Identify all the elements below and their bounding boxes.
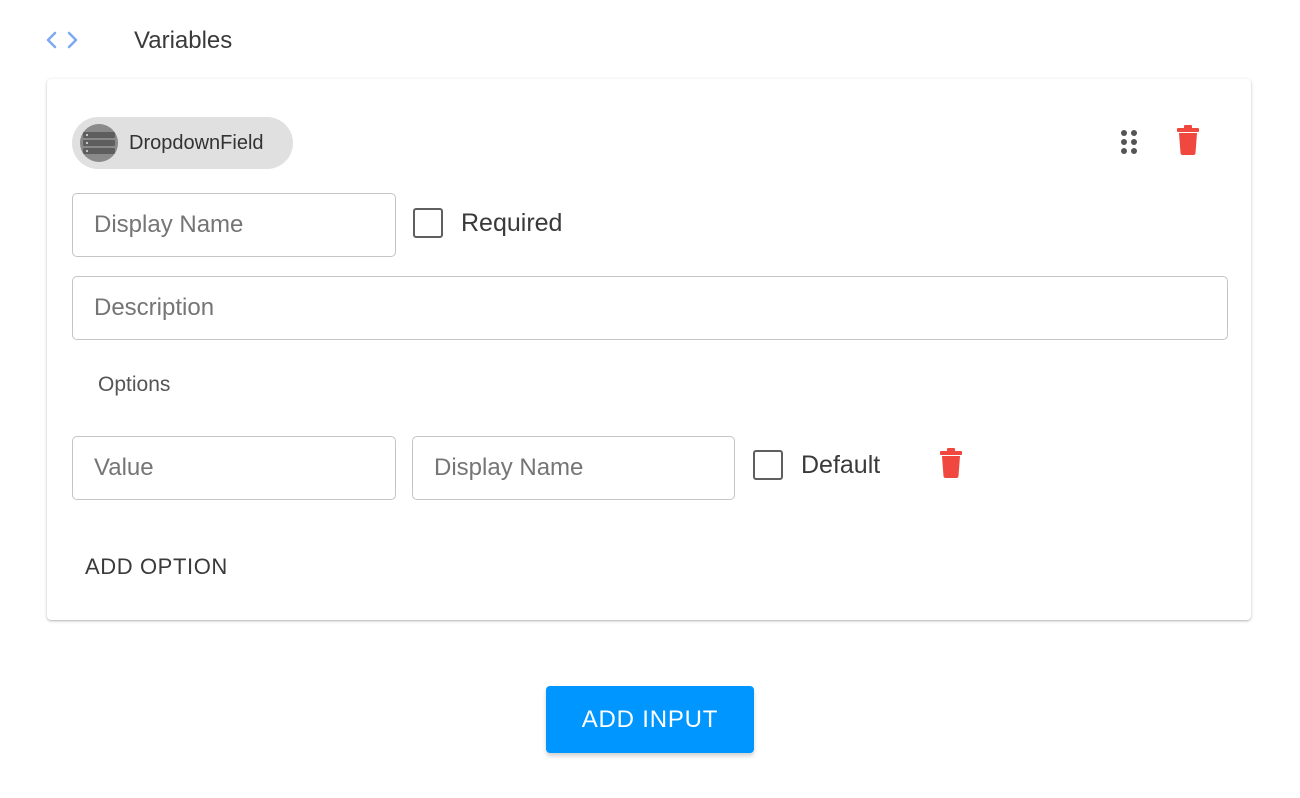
variables-header: Variables [44, 22, 232, 58]
add-option-button[interactable]: ADD OPTION [73, 545, 240, 589]
add-input-button[interactable]: ADD INPUT [546, 686, 754, 753]
required-checkbox[interactable]: Required [413, 208, 562, 238]
description-input[interactable] [72, 276, 1228, 340]
default-checkbox-box[interactable] [753, 450, 783, 480]
option-display-name-input[interactable] [412, 436, 735, 500]
code-brackets-icon [44, 22, 80, 58]
field-type-chip: DropdownField [72, 117, 293, 169]
dropdown-field-card: DropdownField R [47, 79, 1251, 620]
trash-icon [1176, 124, 1200, 160]
delete-option-button[interactable] [934, 446, 968, 484]
options-heading: Options [98, 373, 171, 396]
page-title: Variables [134, 27, 233, 54]
display-name-input[interactable] [72, 193, 396, 257]
delete-field-button[interactable] [1171, 123, 1205, 161]
trash-icon [939, 447, 963, 483]
required-checkbox-box[interactable] [413, 208, 443, 238]
default-label: Default [801, 450, 881, 479]
required-label: Required [461, 208, 563, 237]
dropdown-list-icon [80, 124, 118, 162]
drag-dots-icon[interactable] [1114, 123, 1144, 161]
variables-panel: Variables DropdownField Display Name Req… [0, 0, 1300, 798]
field-type-label: DropdownField [129, 131, 264, 154]
default-checkbox[interactable]: Default [753, 450, 880, 480]
option-value-input[interactable] [72, 436, 396, 500]
